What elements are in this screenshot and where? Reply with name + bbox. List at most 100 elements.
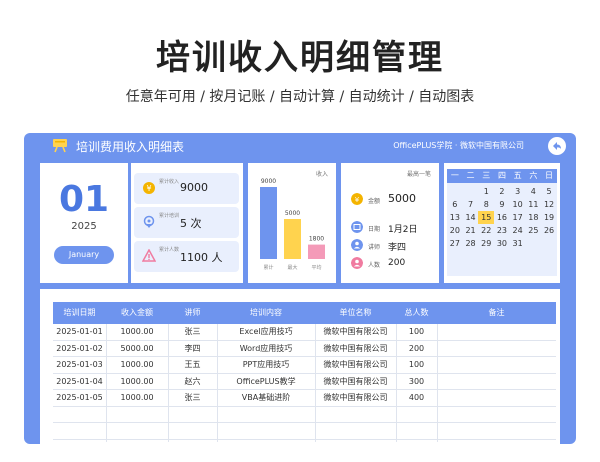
table-cell[interactable] — [437, 374, 556, 390]
table-cell[interactable] — [168, 423, 217, 439]
chart-data-label: 5000 — [285, 210, 300, 217]
calendar-day[interactable]: 27 — [447, 237, 463, 250]
calendar-day[interactable]: 20 — [447, 224, 463, 237]
calendar-day[interactable]: 23 — [494, 224, 510, 237]
calendar-day[interactable]: 30 — [494, 237, 510, 250]
table-cell[interactable]: 1000.00 — [106, 390, 168, 406]
table-cell[interactable]: 300 — [396, 374, 437, 390]
table-cell[interactable] — [437, 341, 556, 357]
table-cell[interactable]: 微软中国有限公司 — [315, 357, 396, 373]
calendar-day[interactable]: 8 — [478, 198, 494, 211]
table-cell[interactable] — [315, 423, 396, 439]
table-cell[interactable] — [396, 407, 437, 423]
table-cell[interactable] — [168, 407, 217, 423]
table-cell[interactable] — [217, 423, 315, 439]
column-header[interactable]: 收入金额 — [106, 302, 168, 324]
table-cell[interactable]: 王五 — [168, 357, 217, 373]
table-row[interactable]: 2025-01-02 5000.00 李四 Word应用技巧 微软中国有限公司 200 — [53, 341, 556, 357]
back-button[interactable] — [548, 137, 566, 155]
table-cell[interactable]: 400 — [396, 390, 437, 406]
table-row[interactable]: 2025-01-05 1000.00 张三 VBA基础进阶 微软中国有限公司 400 — [53, 390, 556, 407]
calendar-day[interactable]: 11 — [526, 198, 542, 211]
table-cell[interactable] — [106, 407, 168, 423]
table-cell[interactable] — [437, 357, 556, 373]
column-header[interactable]: 培训内容 — [217, 302, 315, 324]
table-cell[interactable]: Excel应用技巧 — [217, 324, 315, 340]
calendar-day[interactable]: 25 — [526, 224, 542, 237]
calendar-day[interactable]: 14 — [463, 211, 479, 224]
table-cell[interactable]: 微软中国有限公司 — [315, 390, 396, 406]
table-cell[interactable]: 微软中国有限公司 — [315, 341, 396, 357]
table-row[interactable]: 2025-01-01 1000.00 张三 Excel应用技巧 微软中国有限公司 100 — [53, 324, 556, 341]
table-cell[interactable]: 2025-01-05 — [53, 390, 106, 406]
calendar-day[interactable]: 9 — [494, 198, 510, 211]
table-cell[interactable]: 2025-01-01 — [53, 324, 106, 340]
table-cell[interactable]: 张三 — [168, 324, 217, 340]
table-cell[interactable]: 赵六 — [168, 374, 217, 390]
stat-label: 累计人数 — [159, 247, 180, 253]
stat-label: 累计培训 — [159, 213, 180, 219]
month-selector[interactable]: January — [54, 246, 114, 264]
table-cell[interactable]: 2025-01-02 — [53, 341, 106, 357]
calendar-day[interactable]: 18 — [526, 211, 542, 224]
calendar-day[interactable]: 29 — [478, 237, 494, 250]
table-row[interactable] — [53, 423, 556, 440]
calendar-day[interactable]: 10 — [510, 198, 526, 211]
calendar-day[interactable]: 24 — [510, 224, 526, 237]
table-cell[interactable]: 2025-01-04 — [53, 374, 106, 390]
table-cell[interactable]: 微软中国有限公司 — [315, 324, 396, 340]
calendar-day[interactable]: 12 — [541, 198, 557, 211]
table-cell[interactable]: 张三 — [168, 390, 217, 406]
calendar-day[interactable]: 5 — [541, 185, 557, 198]
table-cell[interactable] — [53, 407, 106, 423]
table-cell[interactable]: Word应用技巧 — [217, 341, 315, 357]
table-cell[interactable] — [315, 407, 396, 423]
calendar-day[interactable]: 21 — [463, 224, 479, 237]
table-cell[interactable]: 200 — [396, 341, 437, 357]
table-cell[interactable]: 李四 — [168, 341, 217, 357]
column-header[interactable]: 备注 — [437, 302, 556, 324]
calendar-day[interactable]: 22 — [478, 224, 494, 237]
table-cell[interactable]: 100 — [396, 324, 437, 340]
calendar-day[interactable]: 19 — [541, 211, 557, 224]
calendar-day[interactable]: 16 — [494, 211, 510, 224]
calendar-day[interactable]: 6 — [447, 198, 463, 211]
table-cell[interactable] — [437, 324, 556, 340]
table-cell[interactable] — [437, 423, 556, 439]
table-cell[interactable]: 1000.00 — [106, 357, 168, 373]
table-cell[interactable]: 1000.00 — [106, 324, 168, 340]
table-row[interactable] — [53, 407, 556, 423]
column-header[interactable]: 单位名称 — [315, 302, 396, 324]
calendar-day[interactable]: 1 — [478, 185, 494, 198]
calendar-day[interactable]: 3 — [510, 185, 526, 198]
table-cell[interactable] — [106, 423, 168, 439]
calendar-day[interactable]: 4 — [526, 185, 542, 198]
table-cell[interactable]: VBA基础进阶 — [217, 390, 315, 406]
calendar-day[interactable]: 13 — [447, 211, 463, 224]
table-cell[interactable]: PPT应用技巧 — [217, 357, 315, 373]
calendar-day[interactable]: 31 — [510, 237, 526, 250]
table-row[interactable]: 2025-01-03 1000.00 王五 PPT应用技巧 微软中国有限公司 100 — [53, 357, 556, 374]
column-header[interactable]: 讲师 — [168, 302, 217, 324]
calendar-day[interactable]: 28 — [463, 237, 479, 250]
table-cell[interactable] — [437, 407, 556, 423]
table-cell[interactable] — [53, 423, 106, 439]
table-cell[interactable] — [217, 407, 315, 423]
calendar-day[interactable]: 17 — [510, 211, 526, 224]
calendar-day[interactable]: 26 — [541, 224, 557, 237]
calendar-day[interactable]: 2 — [494, 185, 510, 198]
table-cell[interactable]: 1000.00 — [106, 374, 168, 390]
table-cell[interactable] — [437, 390, 556, 406]
table-cell[interactable]: 2025-01-03 — [53, 357, 106, 373]
org-name: OfficePLUS学院 · 微软中国有限公司 — [393, 141, 524, 150]
table-cell[interactable]: 100 — [396, 357, 437, 373]
table-cell[interactable] — [396, 423, 437, 439]
table-row[interactable]: 2025-01-04 1000.00 赵六 OfficePLUS教学 微软中国有限公司 3… — [53, 374, 556, 390]
column-header[interactable]: 总人数 — [396, 302, 437, 324]
table-cell[interactable]: 微软中国有限公司 — [315, 374, 396, 390]
calendar-day[interactable]: 7 — [463, 198, 479, 211]
table-cell[interactable]: OfficePLUS教学 — [217, 374, 315, 390]
calendar-today[interactable]: 15 — [478, 211, 495, 224]
column-header[interactable]: 培训日期 — [53, 302, 106, 324]
table-cell[interactable]: 5000.00 — [106, 341, 168, 357]
